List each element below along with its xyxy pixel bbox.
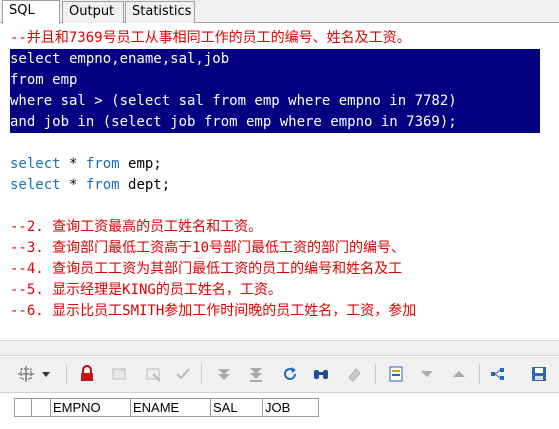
- comment-line-6: --6. 显示比员工SMITH参加工作时间晚的员工姓名，工资，参加: [10, 303, 417, 319]
- tab-bar: SQL Output Statistics: [0, 0, 559, 24]
- export-icon[interactable]: [387, 365, 405, 383]
- dropdown-arrow-icon[interactable]: [40, 365, 52, 383]
- last-record-icon[interactable]: [247, 365, 265, 383]
- clear-icon[interactable]: [345, 365, 363, 383]
- tab-statistics-label: Statistics: [132, 4, 192, 19]
- keyword-select: select: [10, 177, 61, 193]
- save-icon[interactable]: [530, 365, 548, 383]
- pane-splitter[interactable]: [0, 340, 559, 356]
- tab-statistics[interactable]: Statistics: [125, 1, 195, 23]
- insert-record-icon[interactable]: *: [110, 365, 128, 383]
- first-record-icon[interactable]: [215, 365, 233, 383]
- comment-line-3: --3. 查询部门最低工资高于10号部门最低工资的部门的编号、: [10, 240, 405, 256]
- refresh-icon[interactable]: [281, 365, 299, 383]
- toolbar-separator: [479, 364, 480, 384]
- grid-spacer-header: [32, 398, 51, 417]
- tree-icon[interactable]: [489, 365, 507, 383]
- row-indicator-header: [14, 398, 32, 417]
- select-emp-line: select * from emp;: [10, 154, 162, 175]
- lock-icon[interactable]: [78, 365, 96, 383]
- star-token: *: [60, 177, 86, 193]
- table-token: emp;: [119, 156, 162, 172]
- sql-editor[interactable]: --并且和7369号员工从事相同工作的员工的编号、姓名及工资。 select e…: [0, 24, 559, 339]
- prior-record-icon[interactable]: [450, 365, 468, 383]
- tab-sql[interactable]: SQL: [2, 0, 60, 24]
- tab-output[interactable]: Output: [62, 1, 124, 23]
- column-header-empno[interactable]: EMPNO: [51, 398, 131, 417]
- column-header-sal[interactable]: SAL: [211, 398, 263, 417]
- tab-sql-label: SQL: [9, 3, 35, 18]
- column-header-ename[interactable]: ENAME: [131, 398, 211, 417]
- comment-line-top: --并且和7369号员工从事相同工作的员工的编号、姓名及工资。: [10, 30, 411, 46]
- keyword-from: from: [85, 156, 120, 172]
- post-record-icon[interactable]: [174, 365, 192, 383]
- next-record-icon[interactable]: [418, 365, 436, 383]
- table-token: dept;: [119, 177, 171, 193]
- comment-line-5: --5. 显示经理是KING的员工姓名，工资。: [10, 282, 282, 298]
- select-dept-line: select * from dept;: [10, 175, 170, 196]
- toolbar-separator: [201, 364, 202, 384]
- toolbar-separator: [375, 364, 376, 384]
- comment-line-4: --4. 查询员工工资为其部门最低工资的员工的编号和姓名及工: [10, 261, 403, 277]
- star-token: *: [60, 156, 86, 172]
- delete-record-icon[interactable]: [144, 365, 162, 383]
- selected-line-2: from emp: [10, 70, 540, 91]
- tab-output-label: Output: [69, 4, 115, 19]
- keyword-select: select: [10, 156, 61, 172]
- keyword-from: from: [85, 177, 120, 193]
- grid-select-icon[interactable]: [17, 365, 35, 383]
- result-grid: EMPNO ENAME SAL JOB: [0, 392, 559, 429]
- comment-line-2: --2. 查询工资最高的员工姓名和工资。: [10, 219, 263, 235]
- selected-line-1: select empno,ename,sal,job: [10, 49, 540, 70]
- data-grid-toolbar: *: [0, 357, 559, 392]
- find-icon[interactable]: [312, 365, 330, 383]
- column-header-job[interactable]: JOB: [263, 398, 319, 417]
- toolbar-separator: [66, 364, 67, 384]
- selected-line-3: where sal > (select sal from emp where e…: [10, 91, 540, 112]
- selected-line-4: and job in (select job from emp where em…: [10, 112, 540, 133]
- svg-text:*: *: [121, 367, 126, 377]
